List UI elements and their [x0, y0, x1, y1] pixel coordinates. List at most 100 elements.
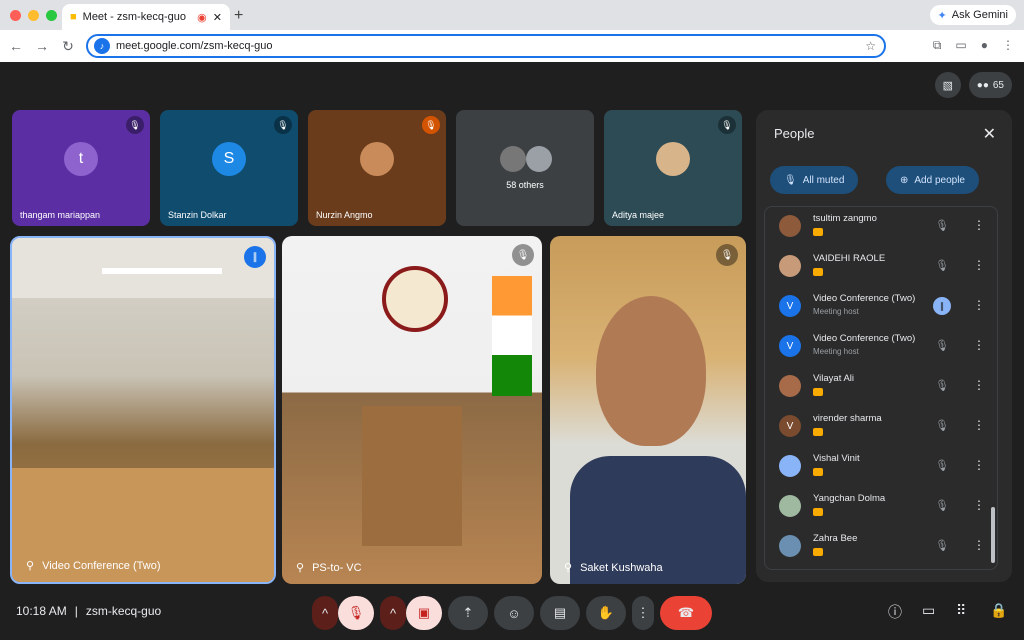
emoji-icon: ☺: [507, 605, 521, 621]
bookmark-star-icon[interactable]: ☆: [865, 39, 876, 53]
gemini-icon: ✦: [937, 9, 947, 22]
mic-off-icon: 🎙: [716, 244, 738, 266]
more-vert-icon[interactable]: ⋮: [973, 258, 985, 272]
more-options-button[interactable]: ⋮: [632, 596, 654, 630]
participant-row[interactable]: V Video Conference (Two) Meeting host 🎙 ⋮: [765, 327, 997, 367]
participants-count-button[interactable]: ●● 65: [968, 72, 1012, 98]
close-window-button[interactable]: [10, 10, 21, 21]
minimize-window-button[interactable]: [28, 10, 39, 21]
more-vert-icon[interactable]: ⋮: [973, 538, 985, 552]
captions-off-icon[interactable]: ▧: [934, 72, 961, 98]
ask-gemini-button[interactable]: ✦ Ask Gemini: [929, 5, 1016, 25]
participant-tile[interactable]: S 🎙 Stanzin Dolkar: [160, 110, 298, 226]
more-vert-icon[interactable]: ⋮: [973, 458, 985, 472]
avatar: [779, 535, 801, 557]
more-vert-icon[interactable]: ⋮: [973, 298, 985, 312]
ceiling-light: [102, 268, 222, 274]
all-muted-button[interactable]: 🎙 All muted: [770, 166, 859, 194]
mic-off-icon[interactable]: 🎙: [935, 259, 949, 272]
participant-row[interactable]: tsultim zangmo 🎙 ⋮: [765, 207, 997, 247]
participant-list: tsultim zangmo 🎙 ⋮ VAIDEHI RAOLE 🎙 ⋮ V Video Co…: [764, 206, 998, 570]
add-people-button[interactable]: ⊕ Add people: [886, 166, 979, 194]
close-tab-icon[interactable]: ✕: [213, 11, 222, 24]
participant-row[interactable]: Vvirender sharma 🎙 ⋮: [765, 407, 997, 447]
more-vert-icon: ⋮: [636, 605, 650, 620]
new-tab-icon[interactable]: +: [234, 7, 243, 25]
mic-off-icon[interactable]: 🎙: [935, 539, 949, 552]
mic-off-icon[interactable]: 🎙: [935, 219, 949, 232]
more-vert-icon[interactable]: ⋮: [973, 498, 985, 512]
host-controls-icon[interactable]: 🔒: [990, 602, 1007, 619]
avatar: [779, 495, 801, 517]
reactions-button[interactable]: ☺: [494, 596, 534, 630]
participant-row[interactable]: VAIDEHI RAOLE 🎙 ⋮: [765, 247, 997, 287]
participant-row[interactable]: Vilayat Ali 🎙 ⋮: [765, 367, 997, 407]
forward-icon[interactable]: →: [32, 38, 52, 54]
chevron-up-icon: ^: [321, 605, 329, 621]
meeting-details-icon[interactable]: ⓘ: [888, 602, 902, 622]
mic-off-icon[interactable]: 🎙: [935, 459, 949, 472]
folder-icon: [813, 228, 823, 236]
raise-hand-button[interactable]: ✋: [586, 596, 626, 630]
maximize-window-button[interactable]: [46, 10, 57, 21]
more-vert-icon[interactable]: ⋮: [973, 338, 985, 352]
participant-tile[interactable]: t 🎙 thangam mariappan: [12, 110, 150, 226]
tile-name-label: Video Conference (Two): [42, 559, 161, 572]
mic-off-icon[interactable]: 🎙: [935, 379, 949, 392]
back-icon[interactable]: ←: [6, 38, 26, 54]
speaking-indicator-icon: ∥: [244, 246, 266, 268]
video-tile[interactable]: 🎙 ⚲ Saket Kushwaha: [550, 236, 746, 584]
browser-tab[interactable]: ■ Meet - zsm-kecq-guo ◉ ✕: [62, 4, 230, 30]
activities-icon[interactable]: ⠿: [956, 602, 966, 619]
close-icon[interactable]: ✕: [983, 124, 996, 144]
present-button[interactable]: ⇡: [448, 596, 488, 630]
others-tile[interactable]: 58 others: [456, 110, 594, 226]
mic-toggle-button[interactable]: 🎙: [338, 596, 374, 630]
pin-icon: ⚲: [296, 562, 305, 574]
mic-off-icon[interactable]: 🎙: [935, 419, 949, 432]
folder-icon: [813, 268, 823, 276]
site-info-icon[interactable]: ♪: [94, 38, 110, 54]
camera-off-icon: ▣: [417, 605, 431, 620]
cast-icon[interactable]: ▭: [955, 38, 966, 53]
clock-time: 10:18 AM: [16, 604, 67, 618]
video-options-button[interactable]: ^: [380, 596, 406, 630]
captions-icon: ▤: [553, 605, 567, 620]
participant-row[interactable]: V Video Conference (Two) Meeting host ∥ ⋮: [765, 287, 997, 327]
desk: [362, 406, 462, 546]
more-vert-icon[interactable]: ⋮: [973, 418, 985, 432]
video-tile[interactable]: 🎙 ⚲ PS-to- VC: [282, 236, 542, 584]
participant-row[interactable]: Yangchan Dolma 🎙 ⋮: [765, 487, 997, 527]
reload-icon[interactable]: ↻: [58, 38, 78, 55]
folder-icon: [813, 508, 823, 516]
speaking-indicator-icon[interactable]: ∥: [933, 297, 951, 315]
people-panel-title: People: [774, 126, 815, 141]
captions-button[interactable]: ▤: [540, 596, 580, 630]
mic-off-icon[interactable]: 🎙: [935, 499, 949, 512]
browser-menu-icon[interactable]: ⋮: [1002, 38, 1014, 53]
people-panel: People ✕ 🎙 All muted ⊕ Add people tsulti…: [756, 110, 1012, 582]
participant-tile[interactable]: 🎙 Nurzin Angmo: [308, 110, 446, 226]
mic-off-icon: 🎙: [512, 244, 534, 266]
participant-row[interactable]: Vishal Vinit 🎙 ⋮: [765, 447, 997, 487]
mic-off-icon[interactable]: 🎙: [935, 339, 949, 352]
all-muted-label: All muted: [802, 174, 845, 186]
chat-icon[interactable]: ▭: [922, 602, 935, 619]
participant-tile[interactable]: 🎙 Aditya majee: [604, 110, 742, 226]
participant-row[interactable]: Zahra Bee 🎙 ⋮: [765, 527, 997, 567]
camera-toggle-button[interactable]: ▣: [406, 596, 442, 630]
participant-name: Yangchan Dolma: [813, 493, 886, 504]
participant-name: virender sharma: [813, 413, 882, 424]
leave-call-button[interactable]: ☎: [660, 596, 712, 630]
video-tile[interactable]: ∥ ⚲ Video Conference (Two): [10, 236, 276, 584]
url-field[interactable]: ♪ meet.google.com/zsm-kecq-guo ☆: [86, 34, 886, 58]
participant-role: Meeting host: [813, 347, 859, 356]
participant-name: Nurzin Angmo: [316, 210, 373, 220]
participant-name: Zahra Bee: [813, 533, 858, 544]
more-vert-icon[interactable]: ⋮: [973, 378, 985, 392]
profile-avatar[interactable]: ●: [981, 38, 988, 53]
flag: [492, 276, 532, 396]
audio-options-button[interactable]: ^: [312, 596, 338, 630]
more-vert-icon[interactable]: ⋮: [973, 218, 985, 232]
extensions-icon[interactable]: ⧉: [933, 38, 942, 53]
